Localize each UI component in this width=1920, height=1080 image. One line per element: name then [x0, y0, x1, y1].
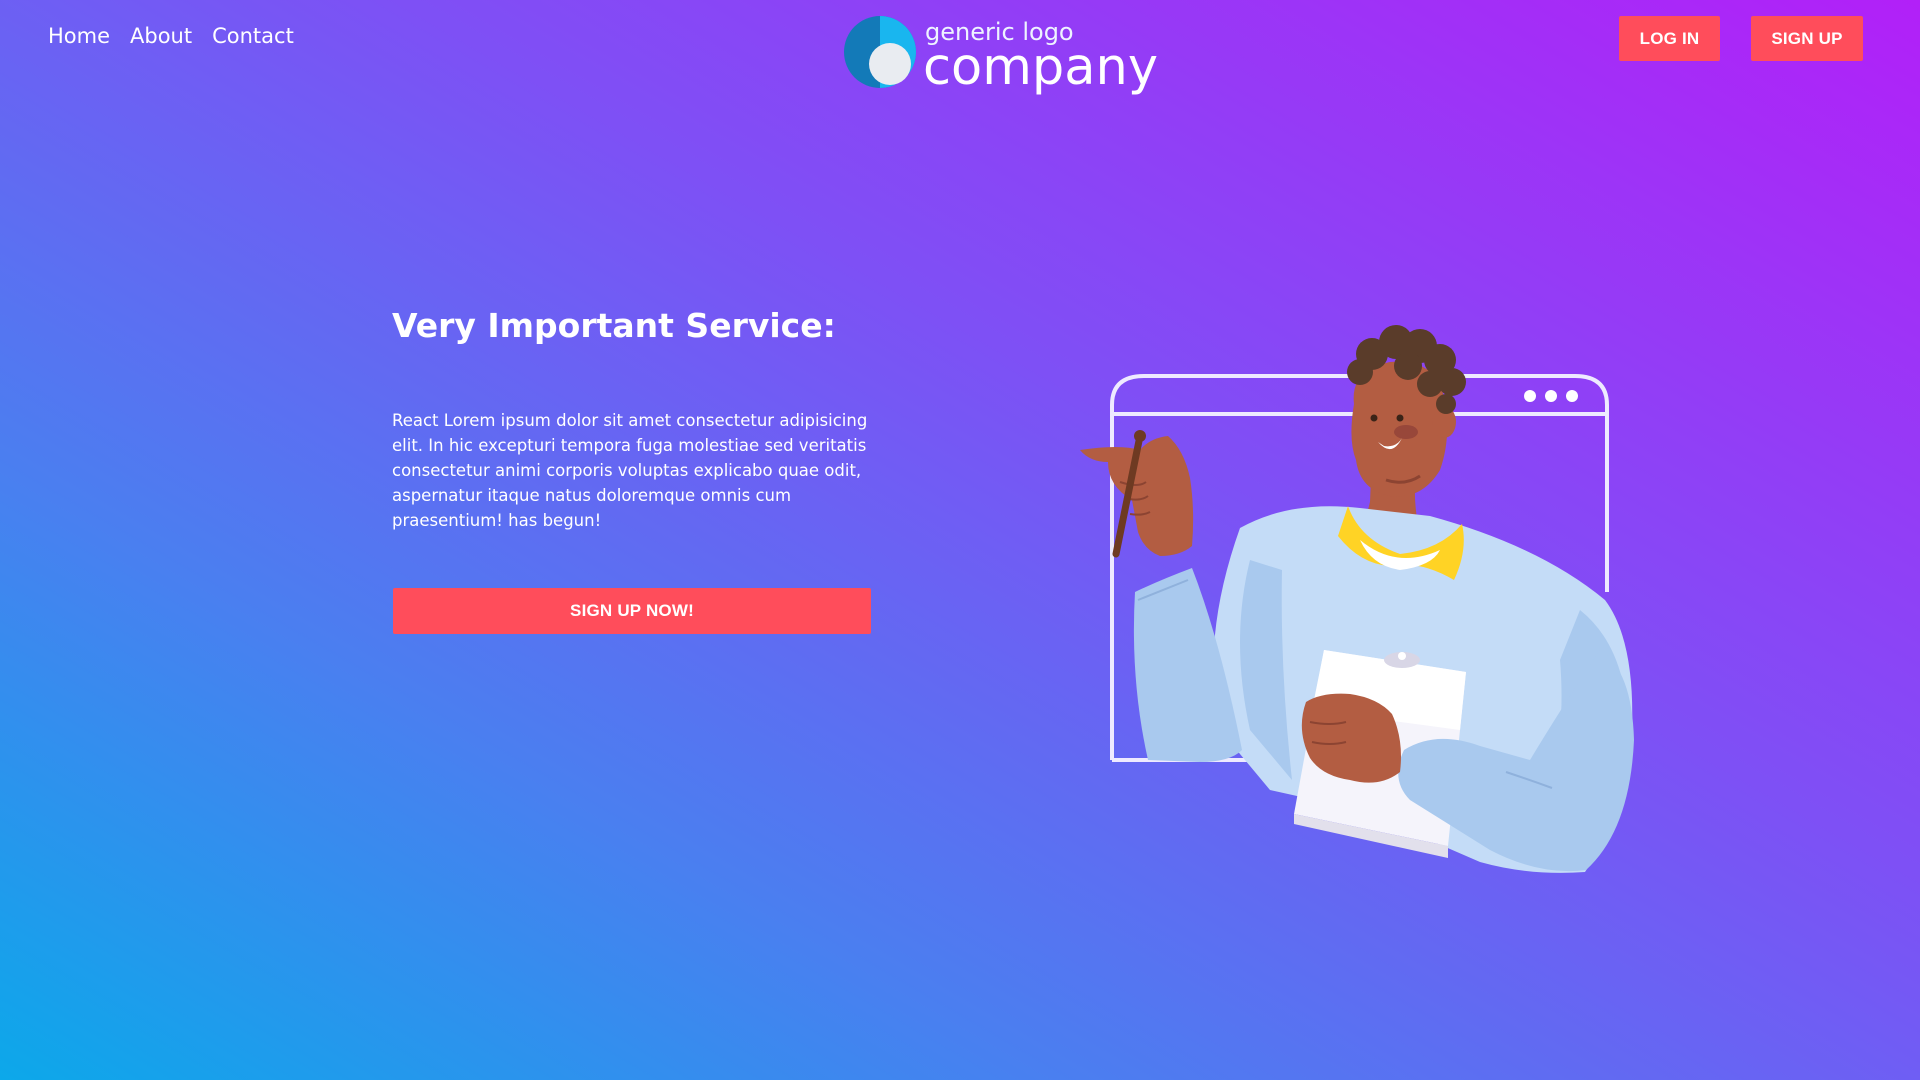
hero-illustration	[1080, 325, 1634, 873]
main-nav: Home About Contact	[48, 24, 294, 48]
logo-wordmark: company	[923, 38, 1159, 97]
login-button[interactable]: LOG IN	[1619, 16, 1720, 61]
signup-button[interactable]: SIGN UP	[1751, 16, 1863, 61]
company-logo[interactable]: generic logo company	[844, 10, 1158, 94]
nav-link-home[interactable]: Home	[48, 24, 110, 48]
nav-link-contact[interactable]: Contact	[212, 24, 294, 48]
nav-link-about[interactable]: About	[130, 24, 192, 48]
hero-description: React Lorem ipsum dolor sit amet consect…	[392, 411, 868, 530]
hero-title: Very Important Service:	[392, 306, 836, 345]
signup-now-button[interactable]: SIGN UP NOW!	[393, 588, 871, 634]
logo-circle-icon	[844, 16, 916, 88]
person-illustration	[1080, 325, 1634, 873]
